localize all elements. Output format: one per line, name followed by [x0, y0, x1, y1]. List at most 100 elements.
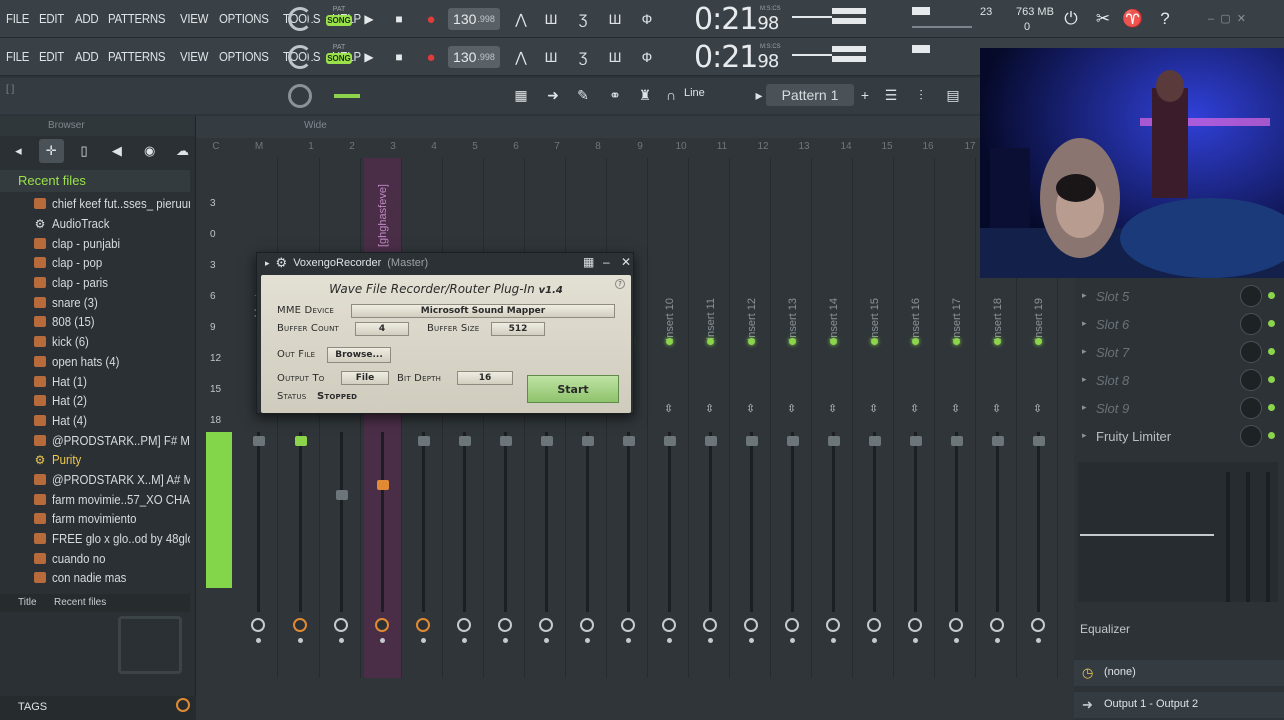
volume-fader[interactable] [746, 436, 758, 446]
send-knob[interactable] [867, 618, 881, 632]
slot-arrow-icon[interactable]: ▸ [1082, 346, 1087, 357]
master-volume-knob[interactable] [288, 7, 312, 31]
fx-slot[interactable]: ▸ Slot 8 [1074, 366, 1284, 394]
countdown-icon[interactable]: Ʒ [570, 8, 596, 30]
plugin-titlebar[interactable]: ▸ ⚙ VoxengoRecorder (Master) [257, 253, 633, 273]
volume-fader[interactable] [828, 436, 840, 446]
snap-selector[interactable]: Line [684, 87, 705, 99]
stereo-separation-icon[interactable]: ⇳ [1033, 402, 1042, 415]
file-item[interactable]: cuando no [0, 548, 190, 568]
start-button[interactable]: Start [527, 375, 619, 403]
menu-patterns[interactable]: PATTERNS [108, 11, 165, 26]
power-icon[interactable]: ⏻ [1058, 6, 1084, 32]
send-knob[interactable] [703, 618, 717, 632]
route-dot[interactable] [256, 638, 261, 643]
active-led[interactable] [1035, 338, 1042, 345]
file-item[interactable]: clap - paris [0, 273, 190, 293]
insert-strip[interactable]: [ghghasfeve] [364, 158, 402, 678]
route-dot[interactable] [995, 638, 1000, 643]
file-icon[interactable]: ▯ [72, 139, 97, 163]
file-item[interactable]: Hat (2) [0, 391, 190, 411]
slot-enable-led[interactable] [1268, 404, 1275, 411]
insert-strip[interactable] [446, 158, 484, 678]
column-title[interactable]: Title [18, 597, 37, 608]
menu-patterns[interactable]: PATTERNS [108, 49, 165, 64]
active-led[interactable] [953, 338, 960, 345]
fx-slot[interactable]: ▸ Slot 6 [1074, 310, 1284, 338]
plugin-grid-icon[interactable]: ▦ [583, 255, 594, 269]
volume-fader[interactable] [951, 436, 963, 446]
insert-strip[interactable] [487, 158, 525, 678]
slot-arrow-icon[interactable]: ▸ [1082, 430, 1087, 441]
buffer-size-field[interactable]: 512 [491, 322, 545, 336]
slot-arrow-icon[interactable]: ▸ [1082, 290, 1087, 301]
step-edit-icon[interactable]: Ш [602, 8, 628, 30]
volume-fader[interactable] [992, 436, 1004, 446]
volume-fader[interactable] [869, 436, 881, 446]
piano-roll-icon[interactable]: ▦ [508, 84, 534, 106]
countdown-icon[interactable]: Ʒ [570, 46, 596, 68]
plugin-minimize-icon[interactable]: – [603, 255, 610, 269]
stereo-separation-icon[interactable]: ⇳ [951, 402, 960, 415]
arrow-right-icon[interactable]: ➜ [540, 84, 566, 106]
search-icon[interactable] [176, 698, 190, 712]
bit-depth-field[interactable]: 16 [457, 371, 513, 385]
route-dot[interactable] [831, 638, 836, 643]
active-led[interactable] [789, 338, 796, 345]
route-dot[interactable] [667, 638, 672, 643]
route-dot[interactable] [954, 638, 959, 643]
slot-mix-knob[interactable] [1240, 341, 1262, 363]
menu-view[interactable]: VIEW [180, 49, 208, 64]
route-dot[interactable] [585, 638, 590, 643]
file-item[interactable]: snare (3) [0, 292, 190, 312]
input-selector[interactable]: ◷ (none) [1074, 660, 1284, 686]
send-knob[interactable] [908, 618, 922, 632]
mixer-view-label[interactable]: Wide [304, 120, 327, 131]
volume-fader[interactable] [377, 480, 389, 490]
globe-icon[interactable]: ◉ [137, 139, 162, 163]
tags-button[interactable]: TAGS [0, 696, 196, 720]
step-edit-icon[interactable]: Ш [602, 46, 628, 68]
stereo-separation-icon[interactable]: ⇳ [746, 402, 755, 415]
stereo-separation-icon[interactable]: ⇳ [787, 402, 796, 415]
file-item[interactable]: Hat (4) [0, 411, 190, 431]
menu-file[interactable]: FILE [6, 11, 29, 26]
menu-edit[interactable]: EDIT [39, 11, 64, 26]
send-knob[interactable] [498, 618, 512, 632]
stereo-separation-icon[interactable]: ⇳ [705, 402, 714, 415]
volume-fader[interactable] [295, 436, 307, 446]
file-item[interactable]: chief keef fut..sses_ pieruun [0, 194, 190, 214]
send-knob[interactable] [457, 618, 471, 632]
active-led[interactable] [707, 338, 714, 345]
slot-enable-led[interactable] [1268, 432, 1275, 439]
menu-options[interactable]: OPTIONS [219, 49, 269, 64]
menu-view[interactable]: VIEW [180, 11, 208, 26]
file-item[interactable]: con nadie mas [0, 568, 190, 588]
eq-band-2[interactable] [1246, 472, 1250, 602]
slot-mix-knob[interactable] [1240, 369, 1262, 391]
stereo-separation-icon[interactable]: ⇳ [992, 402, 1001, 415]
browse-button[interactable]: Browse... [327, 347, 391, 363]
insert-strip[interactable] [282, 158, 320, 678]
slot-arrow-icon[interactable]: ▸ [1082, 374, 1087, 385]
insert-strip[interactable] [323, 158, 361, 678]
wait-input-icon[interactable]: Ш [538, 46, 564, 68]
play-button[interactable]: ▶ [358, 8, 380, 30]
stop-button[interactable]: ■ [388, 8, 410, 30]
cloud-icon[interactable]: ☁ [170, 139, 195, 163]
loop-record-icon[interactable]: Ф [634, 46, 660, 68]
play-button[interactable]: ▶ [358, 46, 380, 68]
volume-fader[interactable] [253, 436, 265, 446]
insert-strip[interactable] [569, 158, 607, 678]
volume-fader[interactable] [500, 436, 512, 446]
send-knob[interactable] [744, 618, 758, 632]
route-dot[interactable] [421, 638, 426, 643]
route-dot[interactable] [1036, 638, 1041, 643]
plugin-database-icon[interactable]: ✛ [38, 139, 64, 163]
slot-enable-led[interactable] [1268, 320, 1275, 327]
volume-fader[interactable] [787, 436, 799, 446]
stop-button[interactable]: ■ [388, 46, 410, 68]
insert-strip[interactable]: Insert 16 ⇳ [897, 158, 935, 678]
insert-strip[interactable]: Insert 15 ⇳ [856, 158, 894, 678]
file-item[interactable]: clap - punjabi [0, 233, 190, 253]
